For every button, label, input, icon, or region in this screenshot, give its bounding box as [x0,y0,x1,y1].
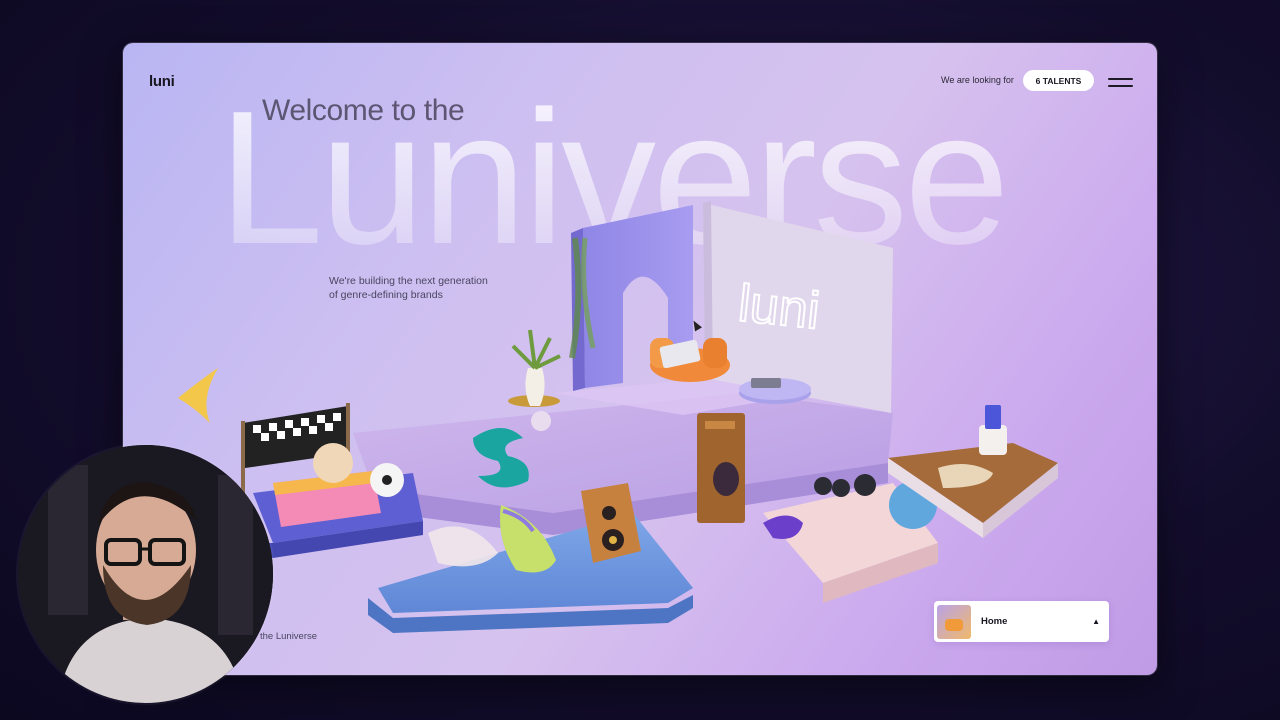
presenter-avatar [18,445,273,703]
star-shape [178,368,218,423]
home-thumbnail [937,604,971,639]
vase-icon [985,405,1001,429]
volleyball-icon [313,443,353,483]
caret-up-icon[interactable]: ▲ [1092,617,1100,626]
footer-caption: the Luniverse [260,631,318,642]
home-nav-dropdown[interactable]: Home ▲ [934,601,1109,642]
webcam-overlay [18,445,273,703]
coffee-table [739,378,811,404]
neon-sign-text: luni [736,274,823,340]
browser-frame: Luniverse Welcome to the luni We are loo… [123,43,1157,675]
nav-label: Home [981,616,1008,627]
armchair [650,338,730,382]
punching-bag [697,413,745,523]
3d-scene-illustration: luni [178,201,1058,633]
